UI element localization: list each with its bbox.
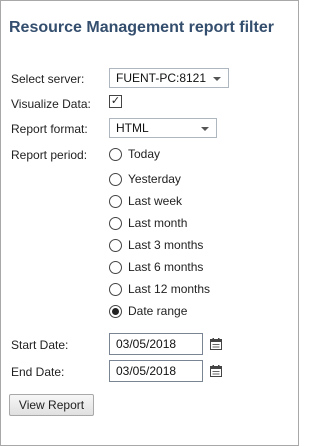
radio-label: Last 3 months: [128, 238, 204, 252]
radio-label: Last week: [128, 194, 183, 208]
radio-button[interactable]: [109, 195, 122, 208]
view-report-button[interactable]: View Report: [9, 394, 94, 416]
calendar-icon[interactable]: [210, 365, 222, 377]
start-date-value: 03/05/2018: [116, 337, 177, 351]
end-date-value: 03/05/2018: [116, 364, 177, 378]
visualize-data-checkbox[interactable]: ✓: [109, 95, 122, 108]
panel-title: Resource Management report filter: [9, 19, 274, 36]
radio-button-selected[interactable]: [109, 305, 122, 318]
report-format-select[interactable]: HTML: [109, 118, 217, 138]
chevron-down-icon: [201, 127, 209, 131]
radio-button[interactable]: [109, 239, 122, 252]
radio-button[interactable]: [109, 283, 122, 296]
chevron-down-icon: [213, 77, 221, 81]
radio-button[interactable]: [109, 261, 122, 274]
server-select[interactable]: FUENT-PC:8121: [109, 68, 229, 88]
calendar-icon[interactable]: [210, 338, 222, 350]
radio-button[interactable]: [109, 173, 122, 186]
end-date-input[interactable]: 03/05/2018: [109, 360, 203, 382]
report-format-value: HTML: [116, 121, 149, 135]
radio-button[interactable]: [109, 217, 122, 230]
radio-label: Today: [128, 147, 161, 161]
radio-label: Last 12 months: [128, 282, 211, 296]
report-format-label: Report format:: [11, 122, 88, 136]
server-select-value: FUENT-PC:8121: [116, 71, 207, 85]
radio-label: Yesterday: [128, 172, 181, 186]
start-date-label: Start Date:: [11, 338, 69, 352]
start-date-input[interactable]: 03/05/2018: [109, 333, 203, 355]
end-date-label: End Date:: [11, 365, 65, 379]
visualize-data-label: Visualize Data:: [11, 97, 91, 111]
report-filter-panel: Resource Management report filter Select…: [0, 0, 299, 446]
checkmark-icon: ✓: [110, 95, 121, 107]
radio-label: Last 6 months: [128, 260, 204, 274]
report-period-label: Report period:: [11, 148, 88, 162]
radio-label: Date range: [128, 304, 188, 318]
radio-label: Last month: [128, 216, 188, 230]
select-server-label: Select server:: [11, 72, 85, 86]
radio-button[interactable]: [109, 148, 122, 161]
